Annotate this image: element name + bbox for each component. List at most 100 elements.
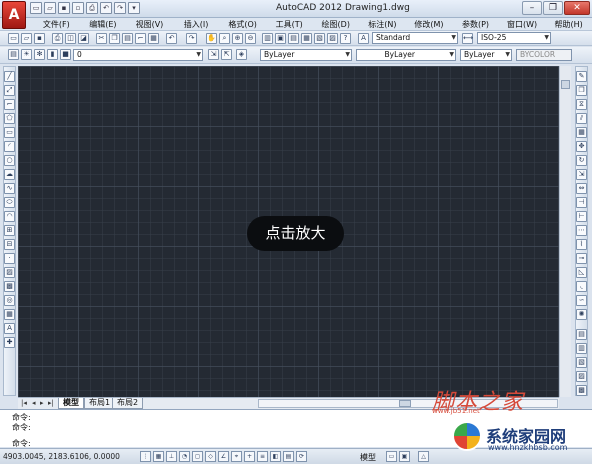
save-as-icon[interactable]: ▫ xyxy=(72,2,84,14)
open-icon[interactable]: ▱ xyxy=(44,2,56,14)
blend-curves-icon[interactable]: ∽ xyxy=(576,295,587,306)
menu-modify[interactable]: 修改(M) xyxy=(406,19,453,30)
hatch-icon[interactable]: ▨ xyxy=(4,267,15,278)
prev-tab-icon[interactable]: ◂ xyxy=(32,399,36,407)
offset-icon[interactable]: ⫽ xyxy=(576,113,587,124)
menu-edit[interactable]: 编辑(E) xyxy=(80,19,127,30)
design-center-icon[interactable]: ▣ xyxy=(275,33,286,44)
rotate-icon[interactable]: ↻ xyxy=(576,155,587,166)
point-icon[interactable]: · xyxy=(4,253,15,264)
quickcalc-icon[interactable]: ▨ xyxy=(327,33,338,44)
multiline-text-icon[interactable]: A xyxy=(4,323,15,334)
line-icon[interactable]: ╱ xyxy=(4,71,15,82)
layer-properties-icon[interactable]: ▤ xyxy=(8,49,19,60)
match-properties-icon[interactable]: ⌐ xyxy=(135,33,146,44)
erase-icon[interactable]: ✎ xyxy=(576,71,587,82)
menu-insert[interactable]: 插入(I) xyxy=(173,19,220,30)
publish-icon[interactable]: ◪ xyxy=(78,33,89,44)
zoom-window-icon[interactable]: ⊕ xyxy=(232,33,243,44)
text-style-select[interactable]: Standard ▼ xyxy=(372,32,458,44)
undo-icon[interactable]: ↶ xyxy=(100,2,112,14)
plot-icon[interactable]: ⎙ xyxy=(52,33,63,44)
copy-icon[interactable]: ❐ xyxy=(109,33,120,44)
zoom-overlay-label[interactable]: 点击放大 xyxy=(247,216,344,251)
mirror-icon[interactable]: ⧖ xyxy=(576,99,587,110)
redo-icon[interactable]: ↷ xyxy=(114,2,126,14)
tab-layout1[interactable]: 布局1 xyxy=(84,398,116,409)
new-icon[interactable]: ▭ xyxy=(30,2,42,14)
qat-dropdown-icon[interactable]: ▾ xyxy=(128,2,140,14)
linetype-select[interactable]: ByLayer ▼ xyxy=(356,49,456,61)
application-menu-button[interactable]: A xyxy=(2,1,26,29)
lineweight-select[interactable]: ByLayer ▼ xyxy=(460,49,512,61)
next-tab-icon[interactable]: ▸ xyxy=(40,399,44,407)
transparency-icon[interactable]: ◧ xyxy=(270,451,281,462)
menu-window[interactable]: 窗口(W) xyxy=(499,19,546,30)
bring-front-icon[interactable]: ▥ xyxy=(576,343,587,354)
dynamic-ucs-icon[interactable]: ⌖ xyxy=(231,451,242,462)
gradient-icon[interactable]: ▩ xyxy=(4,281,15,292)
menu-help[interactable]: 帮助(H) xyxy=(545,19,592,30)
explode-icon[interactable]: ✺ xyxy=(576,309,587,320)
make-block-icon[interactable]: ⊟ xyxy=(4,239,15,250)
model-space-label[interactable]: 模型 xyxy=(360,452,376,463)
menu-file[interactable]: 文件(F) xyxy=(33,19,80,30)
layer-isolate-icon[interactable]: ◈ xyxy=(236,49,247,60)
polygon-icon[interactable]: ⬠ xyxy=(4,113,15,124)
tool-palettes-icon[interactable]: ▤ xyxy=(288,33,299,44)
menu-tools[interactable]: 工具(T) xyxy=(266,19,313,30)
block-editor-icon[interactable]: ▦ xyxy=(148,33,159,44)
polar-tracking-icon[interactable]: ◔ xyxy=(179,451,190,462)
sheet-set-icon[interactable]: ▦ xyxy=(301,33,312,44)
layer-select[interactable]: 0 ▼ xyxy=(73,49,203,61)
fillet-icon[interactable]: ◟ xyxy=(576,281,587,292)
redo-icon[interactable]: ↷ xyxy=(186,33,197,44)
last-tab-icon[interactable]: ▸| xyxy=(48,399,54,407)
layer-on-icon[interactable]: ☀ xyxy=(21,49,32,60)
ortho-mode-icon[interactable]: ⊥ xyxy=(166,451,177,462)
vertical-scrollbar[interactable] xyxy=(559,66,571,397)
quick-properties-icon[interactable]: ▤ xyxy=(283,451,294,462)
rectangle-icon[interactable]: ▭ xyxy=(4,127,15,138)
region-icon[interactable]: ◎ xyxy=(4,295,15,306)
break-at-point-icon[interactable]: ⋯ xyxy=(576,225,587,236)
new-icon[interactable]: ▭ xyxy=(8,33,19,44)
save-icon[interactable]: ▪ xyxy=(58,2,70,14)
polyline-icon[interactable]: ⌐ xyxy=(4,99,15,110)
stretch-icon[interactable]: ⇔ xyxy=(576,183,587,194)
cut-icon[interactable]: ✂ xyxy=(96,33,107,44)
quick-view-drawings-icon[interactable]: ▣ xyxy=(399,451,410,462)
paste-icon[interactable]: ▤ xyxy=(122,33,133,44)
object-snap-tracking-icon[interactable]: ∠ xyxy=(218,451,229,462)
add-selected-icon[interactable]: ✚ xyxy=(4,337,15,348)
help-icon[interactable]: ? xyxy=(340,33,351,44)
first-tab-icon[interactable]: |◂ xyxy=(21,399,27,407)
construction-line-icon[interactable]: ⤢ xyxy=(4,85,15,96)
vertical-scroll-thumb[interactable] xyxy=(561,80,570,89)
move-icon[interactable]: ✥ xyxy=(576,141,587,152)
circle-icon[interactable]: ○ xyxy=(4,155,15,166)
dim-style-select[interactable]: ISO-25 ▼ xyxy=(477,32,551,44)
object-snap-icon[interactable]: ◻ xyxy=(192,451,203,462)
join-icon[interactable]: ⊸ xyxy=(576,253,587,264)
make-current-layer-icon[interactable]: ⇲ xyxy=(208,49,219,60)
grid-display-icon[interactable]: ▦ xyxy=(153,451,164,462)
layer-lock-icon[interactable]: ▮ xyxy=(47,49,58,60)
array-icon[interactable]: ▦ xyxy=(576,127,587,138)
copy-object-icon[interactable]: ❐ xyxy=(576,85,587,96)
menu-dimension[interactable]: 标注(N) xyxy=(359,19,406,30)
save-icon[interactable]: ▪ xyxy=(34,33,45,44)
menu-format[interactable]: 格式(O) xyxy=(219,19,266,30)
horizontal-scroll-thumb[interactable] xyxy=(399,400,411,407)
zoom-previous-icon[interactable]: ⊖ xyxy=(245,33,256,44)
markup-icon[interactable]: ▧ xyxy=(314,33,325,44)
selection-cycling-icon[interactable]: ⟳ xyxy=(296,451,307,462)
tab-layout2[interactable]: 布局2 xyxy=(112,398,144,409)
color-select[interactable]: ByLayer ▼ xyxy=(260,49,352,61)
menu-parametric[interactable]: 参数(P) xyxy=(452,19,499,30)
annotation-scale-icon[interactable]: △ xyxy=(418,451,429,462)
ellipse-icon[interactable]: ⬭ xyxy=(4,197,15,208)
table-icon[interactable]: ▦ xyxy=(4,309,15,320)
layer-previous-icon[interactable]: ⇱ xyxy=(221,49,232,60)
zoom-realtime-icon[interactable]: ⌕ xyxy=(219,33,230,44)
